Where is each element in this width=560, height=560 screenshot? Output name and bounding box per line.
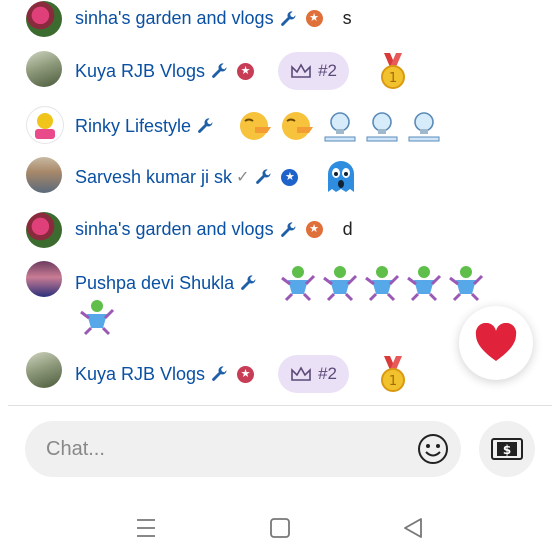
avatar[interactable] [26, 1, 62, 37]
message-header: Kuya RJB Vlogs ★ #2 1 [75, 354, 411, 394]
message-text: s [342, 8, 352, 28]
wrench-icon [241, 275, 256, 290]
dancing-figure-icon [449, 266, 484, 302]
emoji-row [274, 264, 484, 302]
message-text: d [342, 219, 353, 239]
wrench-icon [256, 169, 271, 184]
idea-bulb-icon [408, 112, 440, 142]
verified-check-icon: ✓ [236, 169, 250, 186]
author-name[interactable]: Kuya RJB Vlogs [75, 61, 205, 82]
wrench-icon [280, 10, 296, 26]
idea-bulb-icon [366, 112, 398, 142]
star-badge-icon: ★ [305, 10, 323, 27]
message-header: sinha's garden and vlogs ★ d [75, 219, 353, 240]
author-name[interactable]: sinha's garden and vlogs [75, 219, 274, 240]
divider [8, 405, 552, 406]
dancing-figure-icon [407, 266, 442, 302]
avatar[interactable] [26, 106, 64, 144]
wrench-icon [212, 366, 227, 381]
heart-reaction-button[interactable] [459, 306, 533, 380]
smile-icon[interactable] [417, 433, 449, 465]
rank-label: #2 [318, 61, 337, 80]
dancing-figure-icon [365, 266, 400, 302]
author-name[interactable]: Pushpa devi Shukla [75, 273, 234, 294]
author-name[interactable]: Sarvesh kumar ji sk [75, 167, 232, 188]
star-badge-icon: ★ [237, 365, 255, 383]
heart-icon [475, 323, 517, 361]
dancing-figure-icon [323, 266, 358, 302]
wrench-icon [198, 118, 213, 133]
svg-text:1: 1 [389, 71, 397, 86]
dancing-figure-icon [80, 300, 115, 336]
shush-face-icon [240, 112, 272, 140]
author-name[interactable]: Kuya RJB Vlogs [75, 364, 205, 385]
wrench-icon [212, 63, 227, 78]
wrench-icon [280, 221, 296, 237]
shush-face-icon [282, 112, 314, 140]
back-icon[interactable] [401, 516, 425, 540]
system-navigation-bar [0, 500, 560, 560]
gold-medal-icon: 1 [380, 356, 405, 392]
star-badge-icon: ★ [237, 62, 255, 80]
super-chat-button[interactable]: $ [479, 421, 535, 477]
chat-input-container[interactable] [25, 421, 461, 477]
rank-badge: #2 [278, 355, 349, 393]
avatar[interactable] [26, 51, 62, 87]
crown-icon [291, 366, 311, 381]
message-header: Pushpa devi Shukla [75, 263, 484, 303]
blue-ghost-icon [328, 161, 355, 192]
svg-text:1: 1 [389, 374, 397, 389]
avatar[interactable] [26, 212, 62, 248]
message-header: Kuya RJB Vlogs ★ #2 1 [75, 51, 411, 91]
idea-bulb-icon [324, 112, 356, 142]
star-badge-icon: ★ [305, 221, 323, 238]
dancing-figure-icon [281, 266, 316, 302]
money-icon: $ [491, 438, 523, 460]
avatar[interactable] [26, 352, 62, 388]
rank-label: #2 [318, 364, 337, 383]
gold-medal-icon: 1 [380, 53, 405, 89]
crown-icon [291, 63, 311, 78]
message-header: Sarvesh kumar ji sk ✓ ★ [75, 157, 360, 197]
avatar[interactable] [26, 261, 62, 297]
message-header: sinha's garden and vlogs ★ s [75, 8, 352, 29]
avatar[interactable] [26, 157, 62, 193]
author-name[interactable]: Rinky Lifestyle [75, 116, 191, 137]
author-name[interactable]: sinha's garden and vlogs [75, 8, 274, 29]
star-badge-icon: ★ [281, 168, 299, 186]
lifestyle-logo-icon [35, 113, 55, 139]
rank-badge: #2 [278, 52, 349, 90]
menu-icon[interactable] [134, 516, 158, 540]
svg-text:$: $ [503, 443, 511, 457]
chat-input[interactable] [44, 436, 388, 462]
home-icon[interactable] [268, 516, 292, 540]
emoji-row [233, 107, 443, 145]
message-header: Rinky Lifestyle [75, 106, 443, 146]
